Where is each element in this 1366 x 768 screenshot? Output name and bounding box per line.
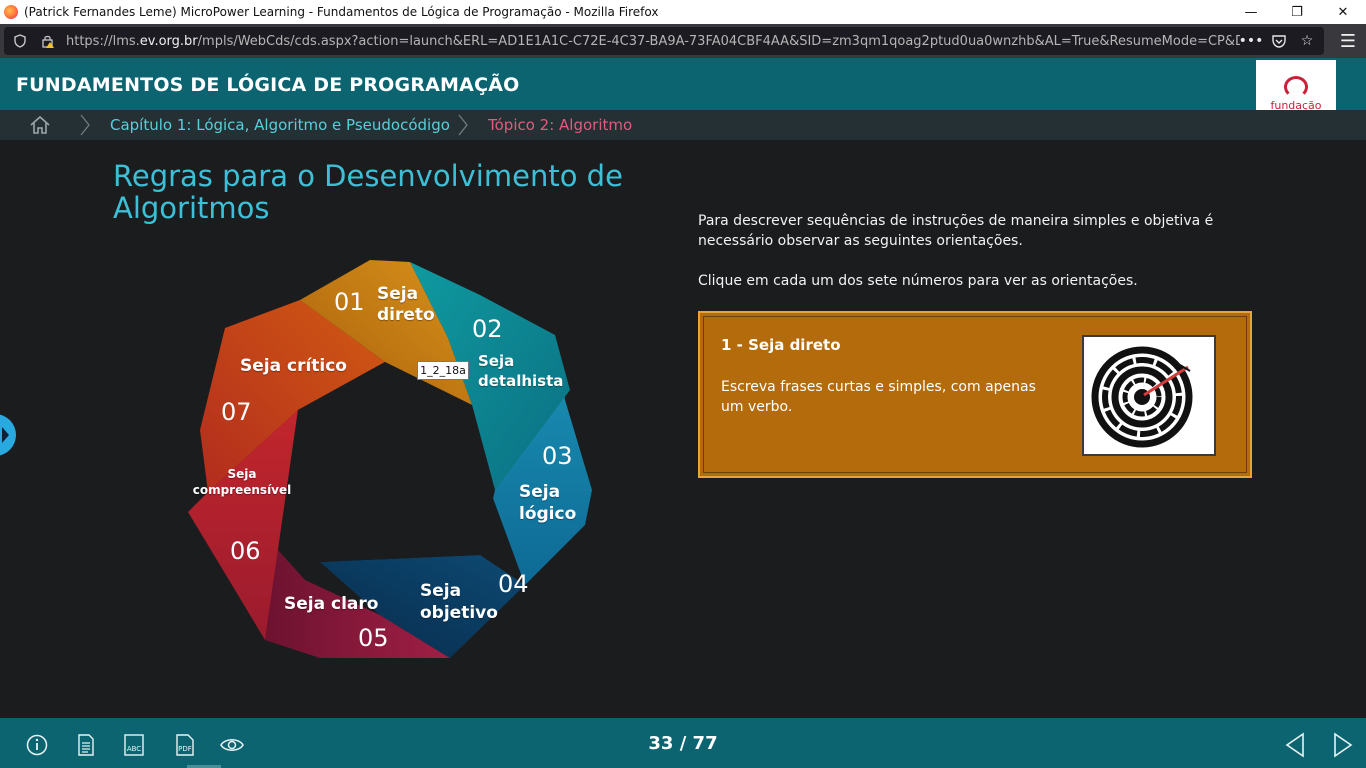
page-counter: 33 / 77 — [648, 733, 718, 754]
url-bar[interactable]: https://lms.ev.org.br/mpls/WebCds/cds.as… — [4, 27, 1324, 55]
side-panel-toggle[interactable] — [0, 414, 16, 456]
course-header: FUNDAMENTOS DE LÓGICA DE PROGRAMAÇÃO — [0, 58, 1366, 110]
previous-slide-icon[interactable] — [1282, 732, 1308, 758]
minimize-icon[interactable]: — — [1228, 0, 1274, 24]
segment-02-number[interactable]: 02 — [472, 315, 503, 343]
segment-06-label[interactable]: Seja compreensível — [192, 466, 292, 498]
close-icon[interactable]: ✕ — [1320, 0, 1366, 24]
course-title: FUNDAMENTOS DE LÓGICA DE PROGRAMAÇÃO — [16, 74, 520, 96]
card-illustration — [1082, 335, 1216, 456]
breadcrumb-topic: Tópico 2: Algoritmo — [488, 116, 633, 134]
bradesco-tree-icon — [1284, 76, 1308, 98]
rules-heptagon-diagram: 01 Seja direto 02 Seja detalhista 03 Sej… — [180, 250, 610, 670]
segment-03-label[interactable]: Seja lógico — [519, 481, 583, 525]
tooltip: 1_2_18a — [417, 361, 469, 380]
chevron-right-icon — [80, 114, 90, 136]
pdf-icon[interactable]: PDF — [173, 733, 197, 757]
page-actions-icon[interactable]: ••• — [1239, 30, 1264, 52]
breadcrumb-chapter[interactable]: Capítulo 1: Lógica, Algoritmo e Pseudocó… — [110, 116, 450, 134]
svg-text:ABC: ABC — [127, 745, 141, 753]
segment-03-number[interactable]: 03 — [542, 442, 573, 470]
info-card: 1 - Seja direto Escreva frases curtas e … — [698, 311, 1252, 478]
segment-07-number[interactable]: 07 — [221, 398, 252, 426]
segment-07-label[interactable]: Seja crítico — [240, 356, 347, 376]
target-icon — [1091, 346, 1193, 448]
hamburger-menu-icon[interactable]: ☰ — [1336, 29, 1360, 53]
document-icon[interactable] — [74, 733, 98, 757]
restore-icon[interactable]: ❐ — [1274, 0, 1320, 24]
slide-title: Regras para o Desenvolvimento de Algorit… — [113, 159, 623, 225]
shield-icon[interactable] — [8, 29, 32, 53]
next-slide-icon[interactable] — [1330, 732, 1356, 758]
segment-05-number[interactable]: 05 — [358, 624, 389, 652]
intro-text: Para descrever sequências de instruções … — [698, 213, 1214, 249]
breadcrumb: Capítulo 1: Lógica, Algoritmo e Pseudocó… — [0, 110, 1366, 140]
chevron-right-icon — [458, 114, 468, 136]
info-icon[interactable] — [25, 733, 49, 757]
bookmark-star-icon[interactable]: ☆ — [1296, 30, 1318, 52]
segment-01-label[interactable]: Seja direto — [377, 284, 447, 326]
browser-nav-bar: https://lms.ev.org.br/mpls/WebCds/cds.as… — [0, 24, 1366, 58]
firefox-icon — [4, 5, 18, 19]
bottom-toolbar: ABC PDF 33 / 77 — [0, 718, 1366, 768]
segment-02-label[interactable]: Seja detalhista — [478, 351, 568, 391]
url-text[interactable]: https://lms.ev.org.br/mpls/WebCds/cds.as… — [66, 34, 1240, 49]
svg-text:PDF: PDF — [178, 745, 192, 753]
card-title: 1 - Seja direto — [721, 336, 841, 354]
window-title: (Patrick Fernandes Leme) MicroPower Lear… — [24, 5, 659, 19]
segment-06-number[interactable]: 06 — [230, 537, 261, 565]
segment-04-label[interactable]: Seja objetivo — [420, 580, 510, 624]
segment-05-label[interactable]: Seja claro — [284, 594, 378, 614]
pocket-icon[interactable] — [1268, 30, 1290, 52]
eye-icon[interactable] — [220, 733, 244, 757]
card-text: Escreva frases curtas e simples, com ape… — [721, 379, 1036, 415]
browser-title-bar: (Patrick Fernandes Leme) MicroPower Lear… — [0, 0, 1366, 24]
home-icon[interactable] — [28, 114, 52, 136]
instruction-text: Clique em cada um dos sete números para … — [698, 273, 1138, 289]
segment-01-number[interactable]: 01 — [334, 288, 365, 316]
lock-warning-icon[interactable] — [36, 29, 60, 53]
glossary-icon[interactable]: ABC — [122, 733, 146, 757]
